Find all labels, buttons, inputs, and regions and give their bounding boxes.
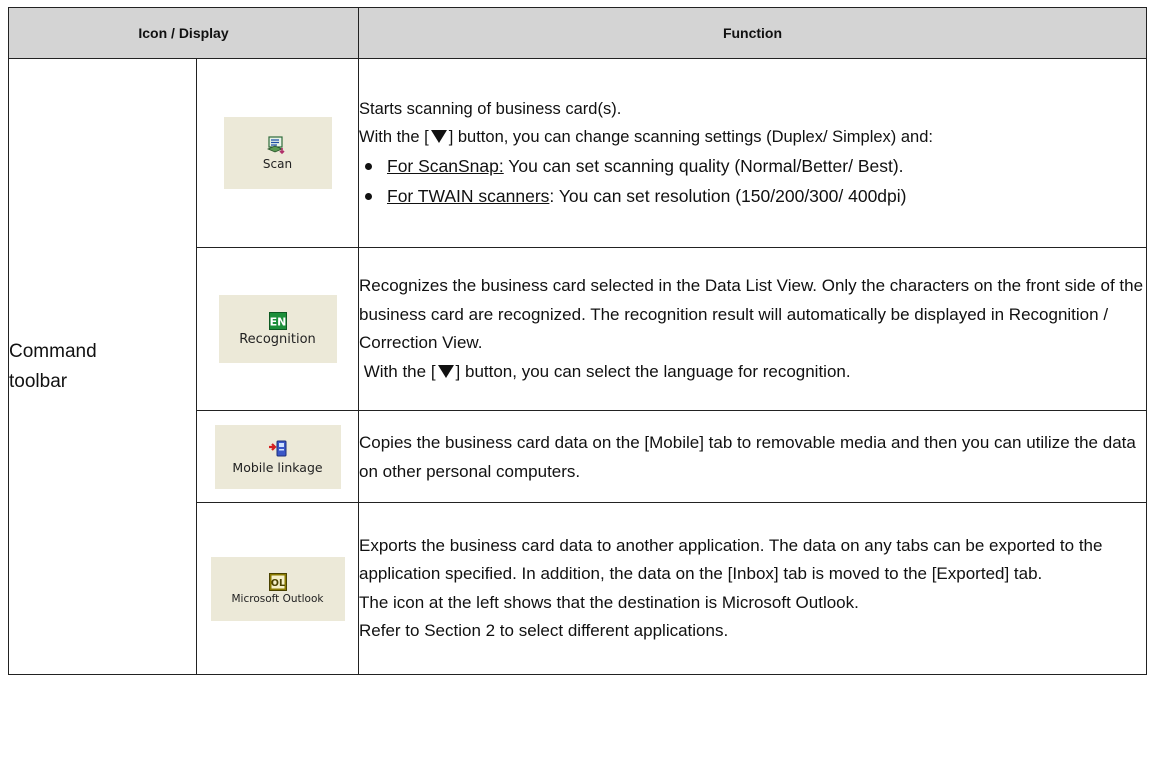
header-function: Function: [358, 7, 1147, 59]
group-label-text: Command toolbar: [9, 340, 97, 392]
svg-text:EN: EN: [269, 315, 286, 328]
mobile-linkage-icon: [268, 440, 286, 457]
function-cell-scan: Starts scanning of business card(s). Wit…: [358, 58, 1147, 248]
scan-settings-text: ] button, you can change scanning settin…: [448, 128, 933, 146]
bullet-twain-text: : You can set resolution (150/200/300/ 4…: [549, 186, 907, 206]
mobile-text: Copies the business card data on the [Mo…: [359, 432, 1136, 481]
function-table: Icon / Display Function Command toolbar …: [8, 7, 1147, 675]
icon-cell-outlook: OL Microsoft Outlook: [196, 502, 359, 675]
recognition-tail: ] button, you can select the language fo…: [455, 361, 851, 381]
recognition-label: Recognition: [239, 331, 316, 347]
scan-line-2: With the [ ] button, you can change scann…: [359, 123, 1146, 151]
group-label: Command toolbar: [8, 58, 197, 675]
outlook-label: Microsoft Outlook: [231, 592, 324, 605]
bullet-scansnap-text: You can set scanning quality (Normal/Bet…: [503, 156, 904, 176]
scan-bullets: For ScanSnap: You can set scanning quali…: [359, 151, 1146, 211]
bullet-twain-lead: For TWAIN scanners: [387, 186, 550, 206]
with-the-text-2: With the [: [363, 361, 436, 381]
outlook-button[interactable]: OL Microsoft Outlook: [210, 556, 345, 621]
scan-button[interactable]: Scan: [223, 117, 332, 189]
function-cell-outlook: Exports the business card data to anothe…: [358, 502, 1147, 675]
bullet-scansnap-lead: For ScanSnap:: [387, 156, 504, 176]
dropdown-triangle-icon: [430, 130, 447, 143]
svg-text:OL: OL: [270, 578, 284, 589]
mobile-linkage-button[interactable]: Mobile linkage: [214, 424, 341, 489]
dropdown-triangle-icon: [437, 364, 454, 378]
recognition-en-icon: EN: [268, 311, 287, 330]
outlook-text-1: Exports the business card data to anothe…: [359, 535, 1103, 584]
outlook-ol-icon: OL: [268, 572, 287, 591]
recognition-button[interactable]: EN Recognition: [218, 295, 337, 363]
icon-cell-mobile: Mobile linkage: [196, 410, 359, 503]
icon-cell-recognition: EN Recognition: [196, 247, 359, 411]
scan-label: Scan: [262, 157, 293, 171]
mobile-linkage-label: Mobile linkage: [232, 460, 323, 475]
outlook-text-2: The icon at the left shows that the dest…: [359, 592, 859, 612]
icon-cell-scan: Scan: [196, 58, 359, 248]
bullet-twain: For TWAIN scanners: You can set resoluti…: [359, 181, 1146, 211]
function-cell-mobile: Copies the business card data on the [Mo…: [358, 410, 1147, 503]
table-header-row: Icon / Display Function: [8, 7, 1147, 59]
recognition-line-2: With the [ ] button, you can select the l…: [359, 358, 1146, 387]
header-icon-display: Icon / Display: [8, 7, 359, 59]
recognition-text: Recognizes the business card selected in…: [359, 276, 1144, 352]
outlook-text-3: Refer to Section 2 to select different a…: [359, 621, 729, 640]
bullet-scansnap: For ScanSnap: You can set scanning quali…: [359, 151, 1146, 181]
function-cell-recognition: Recognizes the business card selected in…: [358, 247, 1147, 411]
scan-icon: [266, 136, 285, 155]
table-row-scan: Command toolbar Scan Starts scanning of …: [8, 58, 1147, 675]
scan-line-1: Starts scanning of business card(s).: [359, 100, 622, 118]
with-the-text: With the [: [359, 128, 429, 146]
